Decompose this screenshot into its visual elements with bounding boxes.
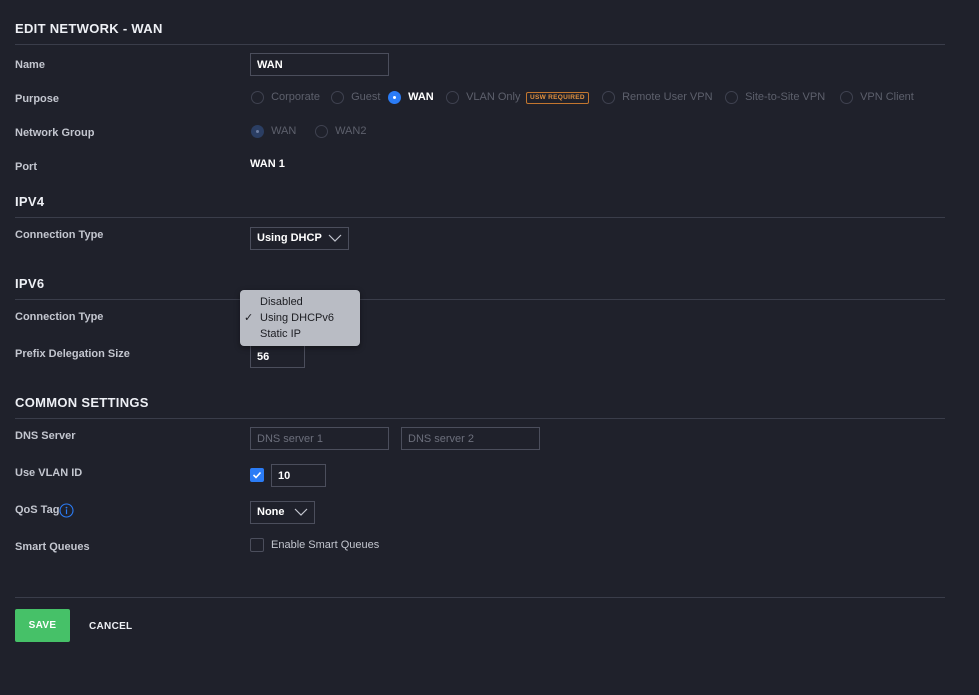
use-vlan-id-label: Use VLAN ID	[15, 467, 83, 479]
radio-icon	[602, 91, 615, 104]
radio-label: Guest	[351, 91, 381, 104]
radio-label: WAN	[271, 125, 297, 138]
radio-icon	[446, 91, 459, 104]
purpose-radio-vlan-only[interactable]: VLAN Only	[446, 91, 520, 105]
dns-server-label: DNS Server	[15, 430, 76, 442]
dns-server-1-input[interactable]	[250, 427, 389, 450]
chevron-down-icon	[294, 508, 308, 516]
select-value: None	[257, 506, 285, 518]
purpose-radio-site-to-site-vpn[interactable]: Site-to-Site VPN	[725, 91, 825, 105]
radio-icon	[315, 125, 328, 138]
qos-tag-select[interactable]: None	[250, 501, 315, 524]
purpose-radio-wan[interactable]: WAN	[388, 91, 434, 105]
divider	[15, 299, 945, 300]
radio-icon	[725, 91, 738, 104]
save-button[interactable]: SAVE	[15, 609, 70, 642]
radio-label: Remote User VPN	[622, 91, 713, 104]
divider	[15, 217, 945, 218]
chevron-down-icon	[328, 234, 342, 242]
info-icon[interactable]	[59, 503, 74, 518]
prefix-delegation-input[interactable]	[250, 345, 305, 368]
ipv6-connection-type-dropdown[interactable]: Disabled Using DHCPv6 Static IP	[240, 290, 360, 346]
dns-server-2-input[interactable]	[401, 427, 540, 450]
cancel-button[interactable]: CANCEL	[89, 621, 132, 632]
radio-label: VPN Client	[860, 91, 914, 104]
radio-icon	[251, 91, 264, 104]
use-vlan-id-checkbox[interactable]	[250, 468, 264, 482]
purpose-radio-corporate[interactable]: Corporate	[251, 91, 320, 105]
ipv4-heading: IPV4	[15, 194, 45, 209]
divider	[15, 597, 945, 598]
common-settings-heading: COMMON SETTINGS	[15, 395, 149, 410]
ipv4-connection-type-select[interactable]: Using DHCP	[250, 227, 349, 250]
radio-label: Site-to-Site VPN	[745, 91, 826, 104]
radio-icon	[840, 91, 853, 104]
qos-tag-label: QoS Tag	[15, 504, 60, 516]
dropdown-option-disabled[interactable]: Disabled	[240, 294, 360, 310]
radio-label: Corporate	[271, 91, 320, 104]
purpose-radio-remote-user-vpn[interactable]: Remote User VPN	[602, 91, 713, 105]
radio-label: WAN2	[335, 125, 367, 138]
select-value: Using DHCP	[257, 232, 322, 244]
dropdown-option-static-ip[interactable]: Static IP	[240, 326, 360, 342]
purpose-radio-guest[interactable]: Guest	[331, 91, 380, 105]
port-value: WAN 1	[250, 158, 285, 170]
smart-queues-label: Smart Queues	[15, 541, 90, 553]
enable-smart-queues-text: Enable Smart Queues	[271, 539, 380, 551]
port-label: Port	[15, 161, 37, 173]
radio-selected-icon	[251, 125, 264, 138]
ipv4-connection-type-label: Connection Type	[15, 229, 104, 241]
ipv6-heading: IPV6	[15, 276, 45, 291]
purpose-label: Purpose	[15, 93, 60, 105]
radio-icon	[331, 91, 344, 104]
radio-label: VLAN Only	[466, 91, 521, 104]
purpose-radio-vpn-client[interactable]: VPN Client	[840, 91, 914, 105]
page-title: EDIT NETWORK - WAN	[15, 21, 163, 36]
dropdown-option-using-dhcpv6[interactable]: Using DHCPv6	[240, 310, 360, 326]
enable-smart-queues-checkbox[interactable]	[250, 538, 264, 552]
network-group-radio-wan[interactable]: WAN	[251, 125, 296, 139]
checkmark-icon	[252, 471, 262, 479]
prefix-delegation-label: Prefix Delegation Size	[15, 348, 130, 360]
ipv6-connection-type-label: Connection Type	[15, 311, 104, 323]
divider	[15, 44, 945, 45]
name-input[interactable]	[250, 53, 389, 76]
name-label: Name	[15, 59, 45, 71]
network-group-radio-wan2[interactable]: WAN2	[315, 125, 366, 139]
vlan-id-input[interactable]	[271, 464, 326, 487]
usw-required-badge: USW REQUIRED	[526, 92, 589, 104]
radio-label: WAN	[408, 91, 434, 104]
network-group-label: Network Group	[15, 127, 95, 139]
divider	[15, 418, 945, 419]
radio-selected-icon	[388, 91, 401, 104]
